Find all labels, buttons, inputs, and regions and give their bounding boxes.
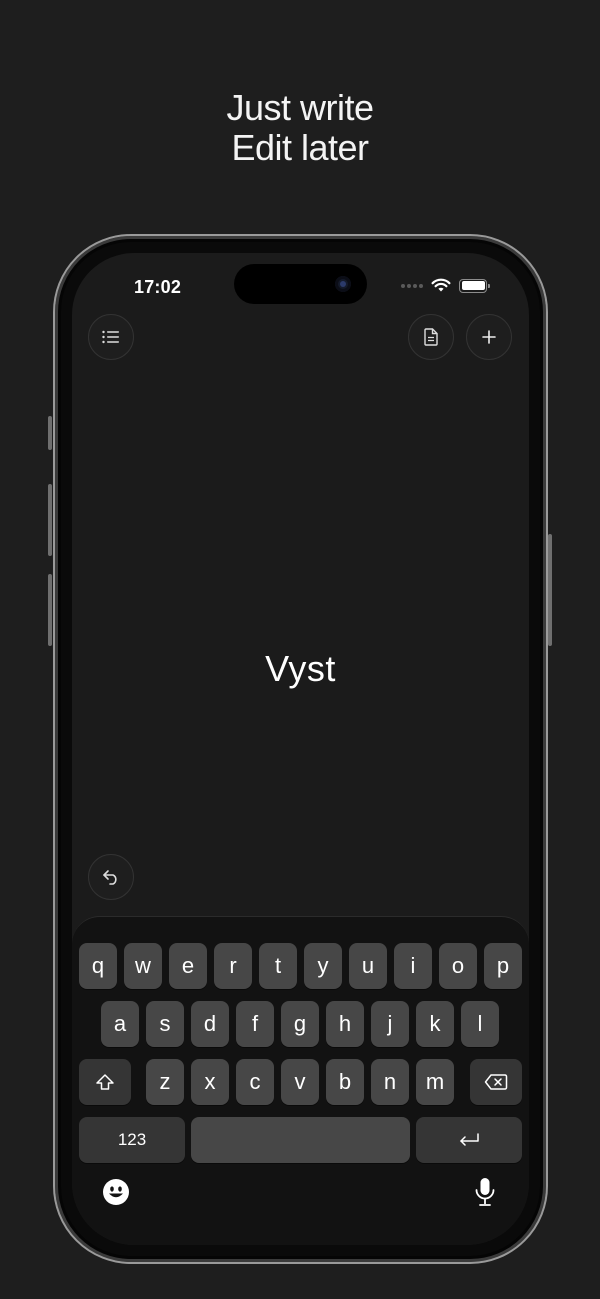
key-x[interactable]: x	[191, 1059, 229, 1105]
side-button-power	[548, 534, 552, 646]
key-c[interactable]: c	[236, 1059, 274, 1105]
keyboard: q w e r t y u i o p a s d f g h j k l z …	[72, 916, 529, 1245]
delete-key[interactable]	[470, 1059, 522, 1105]
battery-icon	[459, 278, 490, 293]
key-h[interactable]: h	[326, 1001, 364, 1047]
key-r[interactable]: r	[214, 943, 252, 989]
key-w[interactable]: w	[124, 943, 162, 989]
wifi-icon	[431, 278, 451, 292]
status-indicators	[401, 278, 490, 293]
key-t[interactable]: t	[259, 943, 297, 989]
key-a[interactable]: a	[101, 1001, 139, 1047]
key-p[interactable]: p	[484, 943, 522, 989]
emoji-button[interactable]	[101, 1177, 131, 1207]
headline-line-2: Edit later	[231, 127, 369, 168]
side-button-action	[48, 416, 52, 450]
key-f[interactable]: f	[236, 1001, 274, 1047]
shift-icon	[96, 1074, 114, 1090]
side-button-volume-down	[48, 574, 52, 646]
list-icon	[102, 330, 119, 344]
key-v[interactable]: v	[281, 1059, 319, 1105]
key-j[interactable]: j	[371, 1001, 409, 1047]
plus-icon	[482, 330, 496, 344]
key-d[interactable]: d	[191, 1001, 229, 1047]
return-key[interactable]	[416, 1117, 522, 1163]
headline: Just write Edit later	[0, 88, 600, 168]
undo-button[interactable]	[88, 854, 134, 900]
new-note-button[interactable]	[466, 314, 512, 360]
undo-icon	[103, 870, 117, 885]
key-q[interactable]: q	[79, 943, 117, 989]
return-icon	[460, 1133, 479, 1146]
key-e[interactable]: e	[169, 943, 207, 989]
key-g[interactable]: g	[281, 1001, 319, 1047]
editor-text[interactable]: Vyst	[72, 648, 529, 690]
cellular-signal-icon	[401, 283, 423, 288]
key-y[interactable]: y	[304, 943, 342, 989]
key-n[interactable]: n	[371, 1059, 409, 1105]
key-b[interactable]: b	[326, 1059, 364, 1105]
numbers-key[interactable]: 123	[79, 1117, 185, 1163]
key-k[interactable]: k	[416, 1001, 454, 1047]
space-key[interactable]	[191, 1117, 410, 1163]
menu-button[interactable]	[88, 314, 134, 360]
microphone-icon	[475, 1178, 495, 1206]
key-z[interactable]: z	[146, 1059, 184, 1105]
dynamic-island	[234, 264, 367, 304]
delete-icon	[484, 1074, 508, 1090]
document-icon	[424, 328, 438, 346]
key-i[interactable]: i	[394, 943, 432, 989]
status-time: 17:02	[134, 277, 182, 297]
key-m[interactable]: m	[416, 1059, 454, 1105]
dictation-button[interactable]	[470, 1177, 500, 1207]
key-l[interactable]: l	[461, 1001, 499, 1047]
emoji-icon	[103, 1179, 129, 1205]
camera-icon	[335, 276, 351, 292]
key-s[interactable]: s	[146, 1001, 184, 1047]
headline-line-1: Just write	[226, 87, 374, 128]
side-button-volume-up	[48, 484, 52, 556]
key-u[interactable]: u	[349, 943, 387, 989]
shift-key[interactable]	[79, 1059, 131, 1105]
screen: 17:02 Vyst q w e r t y u i o p a s d f g…	[72, 253, 529, 1245]
key-o[interactable]: o	[439, 943, 477, 989]
document-button[interactable]	[408, 314, 454, 360]
